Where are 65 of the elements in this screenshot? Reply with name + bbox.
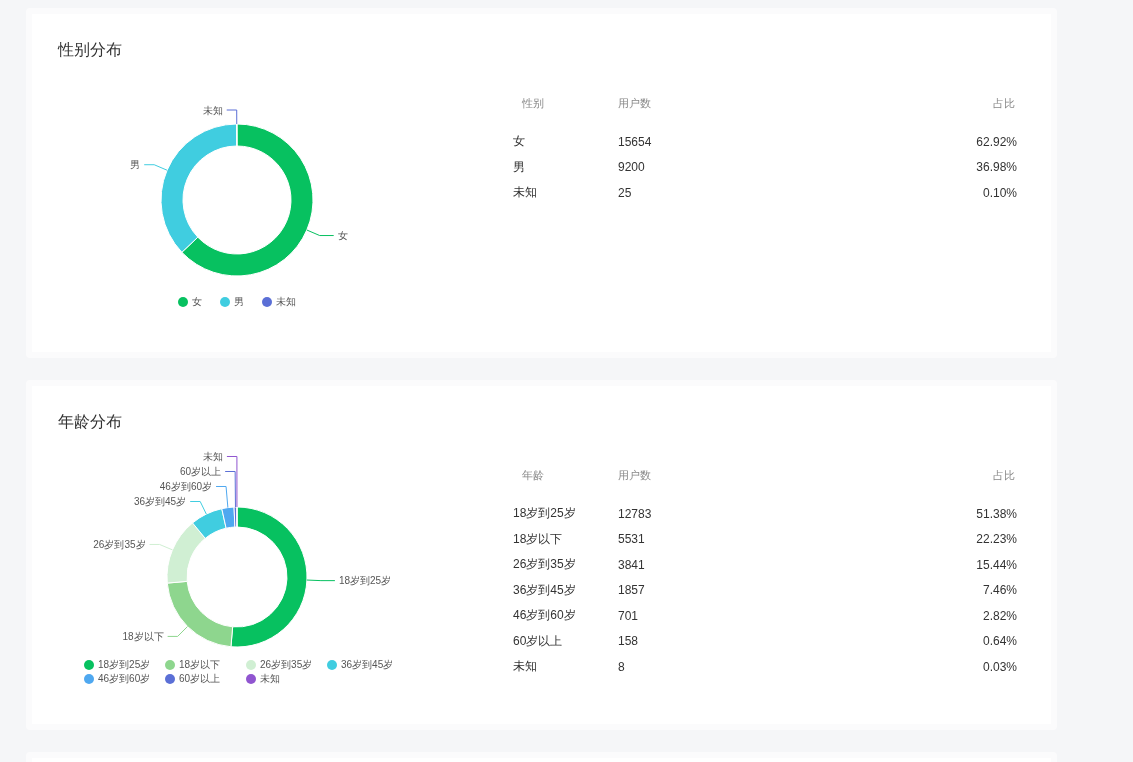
table-cell: 7.46%	[982, 583, 1017, 598]
legend-label: 女	[192, 295, 202, 309]
slice-label: 未知	[202, 104, 223, 116]
column-header: 用户数	[618, 467, 652, 483]
legend-label: 60岁以上	[179, 672, 221, 686]
table-cell-text: 9200	[618, 160, 646, 175]
slice-label: 46岁到60岁	[159, 481, 213, 492]
column-header: 占比	[993, 95, 1016, 111]
section-title: 性别分布	[56, 40, 123, 60]
table-cell-text: 18岁到25岁	[513, 505, 577, 523]
leader-line	[226, 109, 238, 125]
slice-label: 18岁以下	[122, 630, 164, 642]
legend-label: 男	[234, 295, 244, 309]
table-cell-text: 3841	[618, 557, 646, 572]
table-cell: 51.38%	[976, 506, 1017, 521]
legend-label: 18岁以下	[179, 658, 221, 672]
table-cell-text: 701	[618, 608, 640, 623]
table-cell-text: 26岁到35岁	[513, 556, 577, 574]
leader-line	[167, 626, 188, 637]
legend-label: 未知	[276, 295, 296, 309]
table-cell: 15.44%	[976, 557, 1017, 572]
table-cell-text: 女	[513, 133, 526, 151]
leader-line	[306, 579, 336, 582]
legend-label: 18岁到25岁	[98, 658, 151, 672]
table-cell-text: 1857	[618, 583, 646, 598]
table-cell: 22.23%	[976, 532, 1017, 547]
slice-label: 26岁到35岁	[93, 538, 146, 550]
table-cell: 0.64%	[982, 634, 1017, 649]
table-cell-text: 25	[618, 185, 633, 200]
legend-label: 未知	[260, 672, 280, 686]
slice-label: 女	[337, 230, 348, 242]
table-cell-text: 5531	[618, 532, 646, 547]
section-title: 年龄分布	[57, 412, 123, 432]
slice-label: 未知	[202, 451, 223, 462]
leader-line	[143, 164, 168, 171]
table-cell-text: 8	[618, 659, 626, 674]
legend-label: 46岁到60岁	[98, 672, 151, 686]
column-header: 用户数	[618, 95, 652, 111]
leader-line	[306, 229, 335, 237]
table-cell-text: 12783	[618, 506, 653, 521]
table-cell-text: 36岁到45岁	[513, 581, 577, 599]
table-cell-text: 18岁以下	[513, 530, 564, 548]
table-cell-text: 158	[618, 634, 640, 649]
table-cell-text: 60岁以上	[513, 632, 564, 650]
column-header: 性别	[521, 95, 545, 111]
slice-label: 60岁以上	[180, 466, 222, 477]
slice-label: 18岁到25岁	[338, 575, 392, 587]
table-cell: 0.03%	[982, 659, 1017, 674]
leader-line	[189, 501, 207, 515]
table-cell: 0.10%	[982, 185, 1017, 200]
table-cell-text: 46岁到60岁	[513, 607, 577, 625]
table-cell: 62.92%	[976, 134, 1017, 149]
slice-label: 男	[130, 159, 141, 171]
table-cell-text: 未知	[513, 184, 538, 202]
leader-line	[149, 543, 173, 551]
table-cell: 2.82%	[982, 608, 1017, 623]
table-cell-text: 未知	[513, 658, 538, 676]
legend-label: 26岁到35岁	[260, 658, 313, 672]
table-cell: 36.98%	[976, 160, 1017, 175]
column-header: 年龄	[521, 467, 545, 483]
table-cell-text: 男	[513, 158, 526, 176]
legend-label: 36岁到45岁	[341, 658, 394, 672]
table-cell-text: 15654	[618, 134, 653, 149]
slice-label: 36岁到45岁	[133, 496, 187, 507]
column-header: 占比	[993, 467, 1016, 483]
